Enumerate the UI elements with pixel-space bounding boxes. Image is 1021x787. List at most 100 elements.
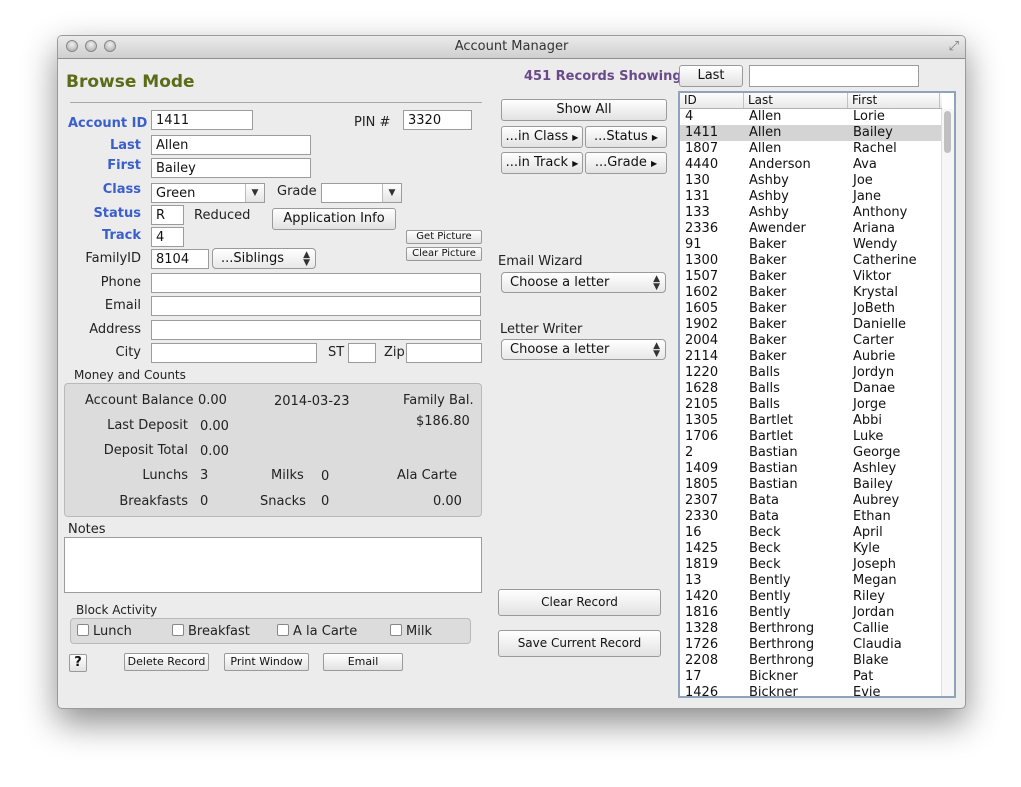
in-track-button[interactable]: ...in Track ▶	[501, 152, 583, 174]
list-item[interactable]: 4 Allen Lorie	[680, 109, 942, 125]
print-window-button[interactable]: Print Window	[224, 653, 309, 671]
column-header-first[interactable]: First	[848, 93, 940, 108]
help-button[interactable]: ?	[69, 654, 87, 672]
get-picture-button[interactable]: Get Picture	[406, 230, 482, 244]
grade-button[interactable]: ...Grade ▶	[585, 152, 667, 174]
list-item[interactable]: 16 Beck April	[680, 525, 942, 541]
email-field[interactable]	[151, 296, 481, 316]
list-item-last: Bata	[749, 509, 779, 524]
block-ala-carte-checkbox[interactable]: A la Carte	[277, 624, 357, 639]
list-item[interactable]: 131 Ashby Jane	[680, 189, 942, 205]
status-field[interactable]: R	[151, 205, 184, 225]
list-item[interactable]: 1425 Beck Kyle	[680, 541, 942, 557]
list-item[interactable]: 2336 Awender Ariana	[680, 221, 942, 237]
status-button[interactable]: ...Status ▶	[585, 126, 667, 148]
chevron-down-icon[interactable]: ▼	[245, 184, 264, 202]
list-item[interactable]: 91 Baker Wendy	[680, 237, 942, 253]
zip-field[interactable]	[406, 343, 482, 363]
clear-record-button[interactable]: Clear Record	[498, 589, 661, 616]
chevron-down-icon[interactable]: ▼	[382, 184, 401, 202]
email-button[interactable]: Email	[323, 653, 403, 671]
list-item[interactable]: 1507 Baker Viktor	[680, 269, 942, 285]
list-item[interactable]: 1816 Bently Jordan	[680, 605, 942, 621]
list-item[interactable]: 1602 Baker Krystal	[680, 285, 942, 301]
list-item[interactable]: 1726 Berthrong Claudia	[680, 637, 942, 653]
list-item[interactable]: 1819 Beck Joseph	[680, 557, 942, 573]
sort-field-button[interactable]: Last	[679, 65, 743, 87]
notes-textarea[interactable]	[64, 537, 482, 593]
familyid-field[interactable]: 8104	[151, 249, 209, 269]
list-item[interactable]: 13 Bently Megan	[680, 573, 942, 589]
list-item-last: Berthrong	[749, 621, 815, 636]
list-item[interactable]: 133 Ashby Anthony	[680, 205, 942, 221]
list-item[interactable]: 2004 Baker Carter	[680, 333, 942, 349]
list-item[interactable]: 1411 Allen Bailey	[680, 125, 942, 141]
search-input[interactable]	[749, 65, 919, 87]
list-item[interactable]: 2208 Berthrong Blake	[680, 653, 942, 669]
list-item[interactable]: 17 Bickner Pat	[680, 669, 942, 685]
show-all-button[interactable]: Show All	[501, 99, 667, 121]
list-item[interactable]: 1305 Bartlet Abbi	[680, 413, 942, 429]
list-scrollbar[interactable]	[941, 109, 954, 696]
list-item[interactable]: 2307 Bata Aubrey	[680, 493, 942, 509]
checkbox-icon[interactable]	[390, 624, 402, 636]
block-breakfast-checkbox[interactable]: Breakfast	[172, 624, 250, 639]
checkbox-icon[interactable]	[77, 624, 89, 636]
delete-record-button[interactable]: Delete Record	[124, 653, 209, 671]
application-info-button[interactable]: Application Info	[272, 208, 396, 230]
list-item[interactable]: 1628 Balls Danae	[680, 381, 942, 397]
phone-field[interactable]	[151, 273, 481, 293]
milks-label: Milks	[271, 468, 304, 483]
checkbox-icon[interactable]	[277, 624, 289, 636]
column-header-id[interactable]: ID	[680, 93, 744, 108]
list-item[interactable]: 2 Bastian George	[680, 445, 942, 461]
list-item[interactable]: 1805 Bastian Bailey	[680, 477, 942, 493]
city-label: City	[115, 345, 141, 360]
track-field[interactable]: 4	[151, 227, 184, 247]
list-item[interactable]: 1426 Bickner Evie	[680, 685, 942, 696]
pin-label: PIN #	[354, 115, 391, 130]
letter-writer-popup[interactable]: Choose a letter ▲ ▼	[501, 339, 666, 360]
list-item[interactable]: 1706 Bartlet Luke	[680, 429, 942, 445]
list-item[interactable]: 1902 Baker Danielle	[680, 317, 942, 333]
in-class-button[interactable]: ...in Class ▶	[501, 126, 583, 148]
list-item[interactable]: 2114 Baker Aubrie	[680, 349, 942, 365]
zip-label: Zip	[384, 345, 405, 360]
email-wizard-popup[interactable]: Choose a letter ▲ ▼	[501, 272, 666, 293]
list-item-id: 91	[685, 237, 702, 252]
records-list[interactable]: ID Last First 4 Allen Lorie 1411 Allen Bailey…	[678, 91, 956, 698]
list-item[interactable]: 1420 Bently Riley	[680, 589, 942, 605]
block-milk-checkbox[interactable]: Milk	[390, 624, 432, 639]
list-item[interactable]: 130 Ashby Joe	[680, 173, 942, 189]
list-item[interactable]: 1300 Baker Catherine	[680, 253, 942, 269]
list-item[interactable]: 1605 Baker JoBeth	[680, 301, 942, 317]
title-bar[interactable]: Account Manager ⤢	[58, 36, 965, 59]
list-item[interactable]: 1807 Allen Rachel	[680, 141, 942, 157]
first-name-field[interactable]: Bailey	[151, 158, 311, 178]
city-field[interactable]	[151, 343, 317, 363]
pin-field[interactable]: 3320	[403, 110, 472, 130]
save-current-record-button[interactable]: Save Current Record	[498, 630, 661, 657]
list-item[interactable]: 1409 Bastian Ashley	[680, 461, 942, 477]
list-item-id: 1819	[685, 557, 719, 572]
column-header-last[interactable]: Last	[744, 93, 848, 108]
checkbox-icon[interactable]	[172, 624, 184, 636]
account-id-field[interactable]: 1411	[151, 110, 253, 130]
list-item-last: Bastian	[749, 445, 798, 460]
scrollbar-thumb[interactable]	[944, 111, 951, 153]
list-item-id: 1602	[685, 285, 719, 300]
address-field[interactable]	[151, 320, 481, 340]
list-item[interactable]: 2105 Balls Jorge	[680, 397, 942, 413]
list-item[interactable]: 1328 Berthrong Callie	[680, 621, 942, 637]
grade-combo[interactable]: ▼	[321, 183, 402, 203]
class-combo[interactable]: Green ▼	[151, 183, 265, 203]
list-item[interactable]: 2330 Bata Ethan	[680, 509, 942, 525]
clear-picture-button[interactable]: Clear Picture	[406, 247, 482, 261]
block-lunch-checkbox[interactable]: Lunch	[77, 624, 132, 639]
fullscreen-icon[interactable]: ⤢	[949, 39, 959, 54]
list-item[interactable]: 1220 Balls Jordyn	[680, 365, 942, 381]
state-field[interactable]	[348, 343, 376, 363]
last-name-field[interactable]: Allen	[151, 135, 311, 155]
list-item[interactable]: 4440 Anderson Ava	[680, 157, 942, 173]
siblings-popup[interactable]: ...Siblings ▲ ▼	[212, 248, 316, 269]
